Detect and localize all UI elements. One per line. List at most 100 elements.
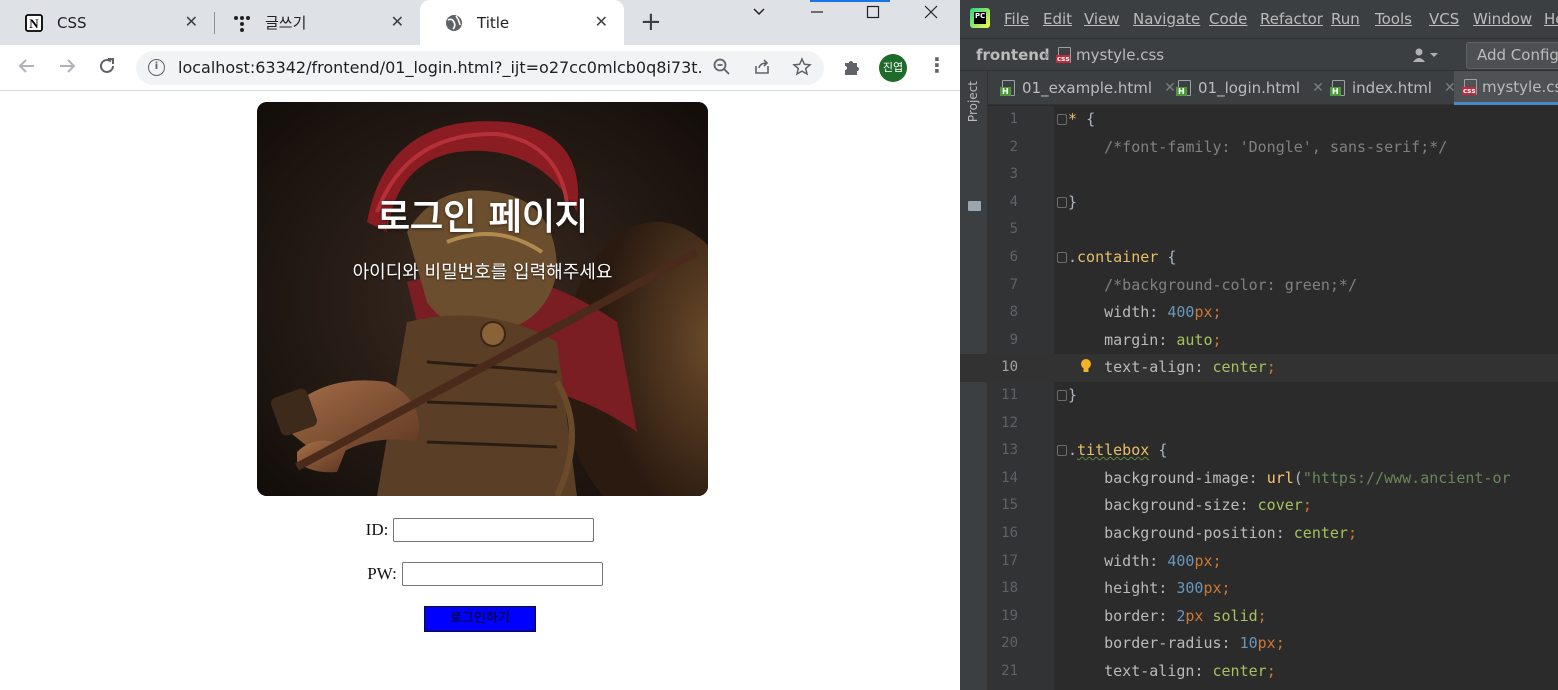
code-line[interactable]: 6 .container {: [960, 244, 1558, 272]
code-line[interactable]: 12: [960, 410, 1558, 438]
code-line[interactable]: 19 border: 2px solid;: [960, 603, 1558, 631]
tab-title[interactable]: Title ✕: [420, 0, 624, 45]
code-line[interactable]: 4}: [960, 189, 1558, 217]
menu-window[interactable]: Window: [1473, 10, 1532, 28]
pw-row: PW:: [0, 562, 960, 586]
code-line[interactable]: 17 width: 400px;: [960, 548, 1558, 576]
code-line[interactable]: 1 * {: [960, 106, 1558, 134]
id-input[interactable]: [393, 518, 595, 542]
code-area[interactable]: 1 * {2 /*font-family: 'Dongle', sans-seri…: [960, 106, 1558, 690]
close-icon[interactable]: ✕: [595, 12, 608, 31]
close-icon[interactable]: ✕: [185, 12, 198, 31]
chevron-down-icon[interactable]: [752, 2, 766, 26]
menu-refactor[interactable]: Refactor: [1260, 10, 1323, 28]
fold-marker-icon[interactable]: [1057, 114, 1067, 125]
editor-tab-01-example[interactable]: H 01_example.html ✕: [1000, 71, 1176, 105]
code-text: width: 400px;: [1104, 303, 1222, 322]
bookmark-star-icon[interactable]: [792, 57, 812, 82]
menu-edit[interactable]: Edit: [1043, 10, 1072, 28]
line-number: 11: [1001, 387, 1018, 403]
code-line[interactable]: 20 border-radius: 10px;: [960, 630, 1558, 658]
add-configuration-button[interactable]: Add Configu: [1466, 42, 1558, 69]
code-line[interactable]: 7 /*background-color: green;*/: [960, 272, 1558, 300]
share-icon[interactable]: [752, 57, 772, 82]
user-dropdown-icon[interactable]: [1412, 47, 1442, 67]
new-tab-button[interactable]: +: [640, 9, 662, 35]
close-icon[interactable]: ✕: [1312, 80, 1324, 96]
code-text: .container {: [1068, 248, 1177, 266]
menu-vcs[interactable]: VCS: [1429, 10, 1459, 28]
code-line[interactable]: 21 text-align: center;: [960, 658, 1558, 686]
fold-marker-icon[interactable]: [1057, 196, 1067, 208]
address-bar[interactable]: i localhost:63342/frontend/01_login.html…: [136, 51, 824, 85]
code-line[interactable]: 18 height: 300px;: [960, 575, 1558, 603]
line-number: 13: [1001, 442, 1018, 459]
code-line[interactable]: 14 background-image: url("https://www.an…: [960, 465, 1558, 493]
code-line[interactable]: 5: [960, 216, 1558, 244]
minimize-button[interactable]: [810, 2, 824, 26]
notion-icon: N: [24, 13, 44, 33]
code-text: /*font-family: 'Dongle', sans-serif;*/: [1068, 137, 1448, 156]
fold-marker-icon[interactable]: [1057, 445, 1067, 457]
line-number: 12: [1001, 414, 1018, 431]
login-button[interactable]: 로그인하기: [424, 606, 536, 632]
code-text: }: [1068, 192, 1078, 211]
page-subtitle: 아이디와 비밀번호를 입력해주세요: [352, 262, 613, 283]
maximize-button[interactable]: [866, 2, 880, 26]
code-line[interactable]: 2 /*font-family: 'Dongle', sans-serif;*/: [960, 134, 1558, 162]
zoom-icon[interactable]: [712, 57, 732, 82]
back-arrow-icon[interactable]: [17, 56, 37, 79]
menu-navigate[interactable]: Navigate: [1133, 10, 1200, 28]
close-window-button[interactable]: [924, 2, 938, 26]
code-line[interactable]: 16 background-position: center;: [960, 520, 1558, 548]
info-icon[interactable]: i: [148, 59, 165, 76]
code-line[interactable]: 3: [960, 161, 1558, 189]
editor-tab-index[interactable]: H index.html ✕: [1330, 71, 1456, 105]
page-title: 로그인 페이지: [376, 197, 589, 238]
menu-tools[interactable]: Tools: [1375, 10, 1412, 28]
menu-run[interactable]: Run: [1331, 10, 1360, 28]
breadcrumb-project[interactable]: frontend: [976, 46, 1050, 64]
code-text: border-radius: 10px;: [1104, 634, 1285, 653]
tab-writing[interactable]: 글쓰기 ✕: [208, 0, 420, 45]
code-text: height: 300px;: [1104, 579, 1231, 598]
forward-arrow-icon[interactable]: [57, 56, 77, 79]
breadcrumb-file[interactable]: css mystyle.css: [1056, 46, 1164, 64]
code-line[interactable]: 9 margin: auto;: [960, 327, 1558, 355]
code-line[interactable]: 10 text-align: center;: [960, 354, 1558, 382]
pycharm-logo-icon: PC: [970, 8, 990, 28]
html-file-icon: H: [1176, 80, 1192, 96]
reload-icon[interactable]: [97, 56, 117, 79]
fold-marker-icon[interactable]: [1057, 390, 1067, 401]
pw-input[interactable]: [401, 562, 603, 586]
browser-window: N CSS ✕ 글쓰기 ✕ Title ✕ + i localhost:6334…: [0, 0, 960, 690]
code-line[interactable]: 8 width: 400px;: [960, 299, 1558, 327]
profile-avatar[interactable]: 진엽: [879, 54, 907, 82]
more-menu-icon[interactable]: ⋮: [927, 55, 947, 75]
close-icon[interactable]: ✕: [391, 12, 404, 31]
line-number: 21: [1001, 663, 1018, 679]
editor-tab-mystyle[interactable]: css mystyle.css: [1454, 71, 1558, 105]
code-line[interactable]: 11}: [960, 382, 1558, 410]
code-text: }: [1068, 386, 1078, 404]
code-line[interactable]: 15 background-size: cover;: [960, 492, 1558, 520]
line-number: 10: [1001, 359, 1018, 376]
close-icon[interactable]: ✕: [1164, 80, 1176, 96]
editor-tab-01-login[interactable]: H 01_login.html ✕: [1176, 71, 1324, 105]
tab-css[interactable]: N CSS ✕: [0, 0, 214, 45]
menu-file[interactable]: File: [1004, 10, 1029, 28]
extensions-puzzle-icon[interactable]: [842, 57, 862, 77]
line-number: 4: [1009, 193, 1018, 210]
code-line[interactable]: 13 .titlebox {: [960, 437, 1558, 465]
tab-label: CSS: [57, 13, 87, 32]
code-text: background-image: url("https://www.ancie…: [1104, 468, 1511, 487]
code-text: border: 2px solid;: [1104, 606, 1267, 625]
fold-marker-icon[interactable]: [1057, 252, 1067, 263]
id-row: ID:: [0, 518, 960, 542]
code-text: margin: auto;: [1104, 330, 1222, 349]
code-text: text-align: center;: [1104, 358, 1276, 377]
menu-code[interactable]: Code: [1209, 10, 1247, 28]
menu-help[interactable]: He: [1544, 10, 1558, 28]
menu-view[interactable]: View: [1084, 10, 1120, 28]
line-number: 7: [1009, 276, 1018, 293]
